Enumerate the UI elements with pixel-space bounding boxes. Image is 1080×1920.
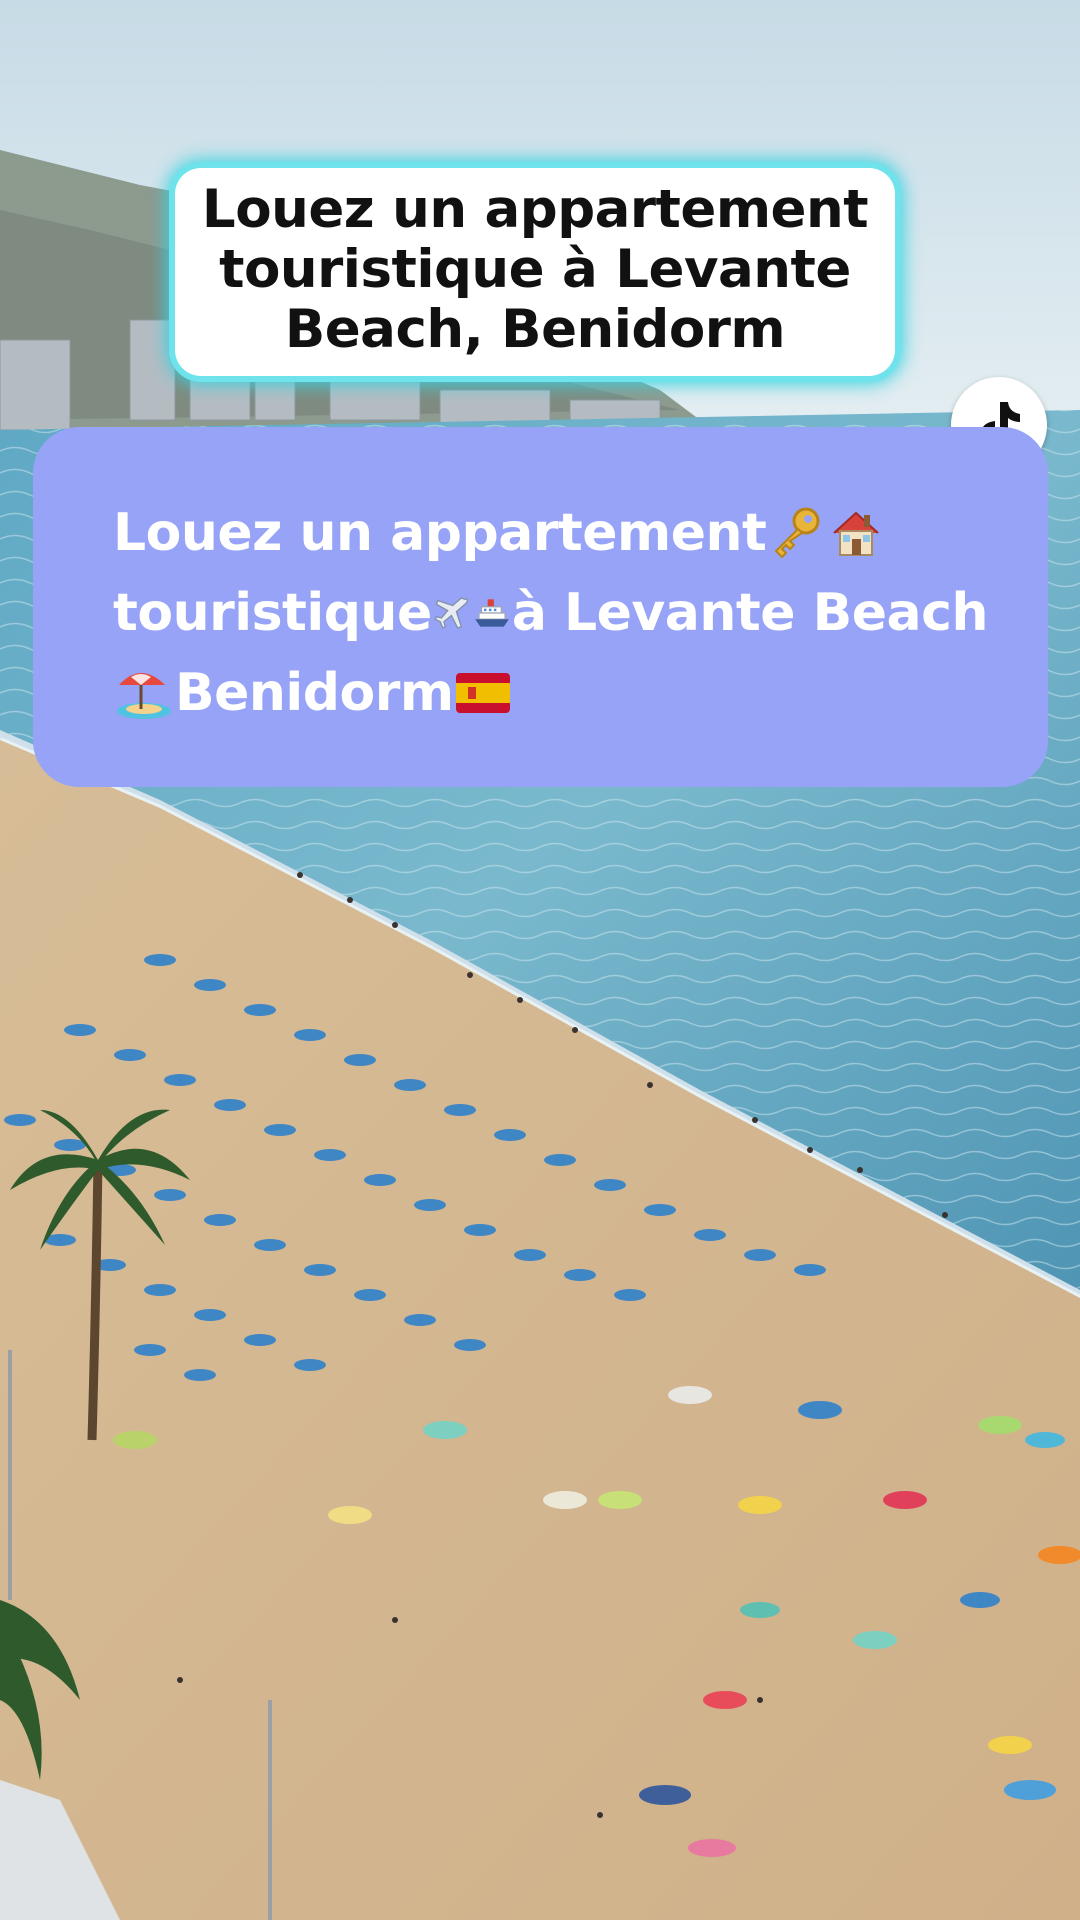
caption-line-2-text: touristique bbox=[113, 583, 432, 643]
caption-line-3-text: Benidorm bbox=[175, 663, 454, 723]
description-caption-box: Louez un appartement touristique à Levan… bbox=[33, 427, 1048, 787]
video-title-text: Louez un appartement touristique à Levan… bbox=[201, 179, 869, 360]
caption-line-2-tail: à Levante Beach bbox=[511, 583, 989, 643]
caption-line-2: touristique à Levante Beach bbox=[113, 573, 988, 653]
caption-line-1: Louez un appartement bbox=[113, 493, 988, 573]
house-icon bbox=[833, 511, 880, 556]
caption-line-1-text: Louez un appartement bbox=[113, 503, 767, 563]
key-icon bbox=[774, 507, 820, 559]
airplane-icon bbox=[434, 597, 468, 629]
beach-umbrella-icon bbox=[117, 673, 171, 719]
spain-flag-icon bbox=[455, 673, 510, 713]
ship-icon bbox=[475, 599, 509, 627]
video-title-caption: Louez un appartement touristique à Levan… bbox=[175, 168, 895, 376]
caption-line-3: Benidorm bbox=[113, 653, 988, 733]
